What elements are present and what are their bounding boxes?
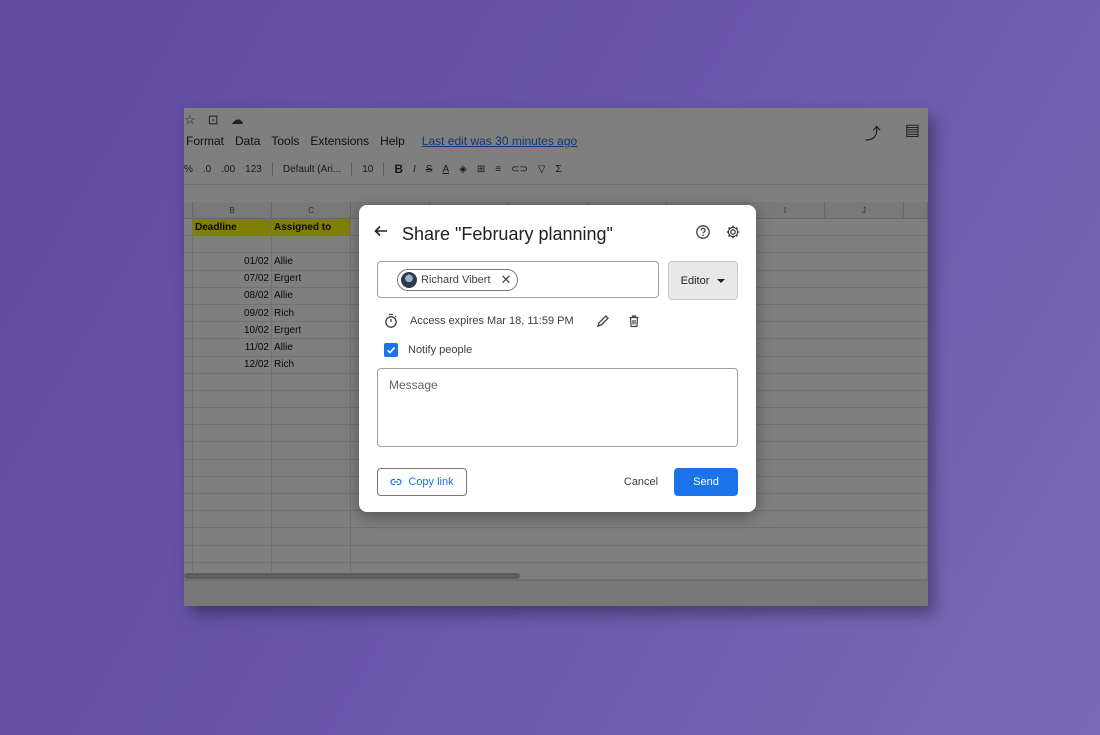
copy-link-label: Copy link: [408, 476, 454, 488]
borders-icon[interactable]: ⊞: [477, 164, 485, 175]
filter-icon[interactable]: ▽: [538, 164, 546, 175]
link-icon[interactable]: ⊂⊃: [511, 164, 528, 175]
dialog-title: Share "February planning": [402, 224, 613, 244]
delete-trash-icon[interactable]: [627, 314, 641, 328]
move-folder-icon[interactable]: ⊡: [208, 112, 219, 128]
formatting-toolbar: % .0 .00 123 Default (Ari... 10 B I S A …: [184, 156, 928, 182]
toolbar-divider: [351, 162, 353, 176]
activity-trend-icon[interactable]: ⤴: [865, 120, 881, 144]
sheet-tabs-bar: [184, 580, 928, 606]
top-right-actions: ⤴ ▤: [865, 120, 920, 144]
strikethrough-icon[interactable]: S: [426, 164, 433, 175]
cancel-button[interactable]: Cancel: [612, 468, 670, 496]
comments-icon[interactable]: ▤: [905, 120, 920, 144]
assigned-to-header[interactable]: Assigned to: [272, 219, 351, 236]
formula-bar[interactable]: [184, 184, 928, 204]
role-label: Editor: [680, 274, 710, 287]
add-people-input[interactable]: Richard Vibert ✕: [377, 261, 659, 298]
column-header-i[interactable]: I: [746, 202, 825, 218]
settings-gear-icon[interactable]: [725, 224, 741, 240]
message-field[interactable]: [377, 368, 738, 447]
menu-data[interactable]: Data: [235, 134, 260, 148]
font-select[interactable]: Default (Ari...: [283, 164, 341, 175]
fill-color-icon[interactable]: ◈: [459, 164, 467, 175]
avatar: [401, 272, 417, 288]
bold-icon[interactable]: B: [394, 162, 403, 176]
font-size-select[interactable]: 10: [362, 164, 373, 175]
menu-format[interactable]: Format: [186, 134, 224, 148]
checkmark-icon: [386, 347, 396, 354]
help-icon[interactable]: [695, 224, 711, 240]
menu-bar: Format Data Tools Extensions Help Last e…: [186, 134, 577, 148]
back-arrow-icon[interactable]: [373, 223, 389, 239]
caret-down-icon: [717, 278, 726, 283]
copy-link-button[interactable]: Copy link: [377, 468, 467, 496]
toolbar-divider: [271, 162, 273, 176]
toolbar-divider: [383, 162, 385, 176]
edit-pencil-icon[interactable]: [596, 314, 610, 328]
functions-icon[interactable]: Σ: [556, 164, 562, 175]
send-button[interactable]: Send: [674, 468, 738, 496]
menu-help[interactable]: Help: [380, 134, 405, 148]
horizontal-scrollbar[interactable]: [184, 573, 520, 579]
person-chip[interactable]: Richard Vibert ✕: [397, 269, 519, 291]
toolbar-percent[interactable]: %: [184, 164, 193, 175]
table-row: [184, 511, 928, 529]
italic-icon[interactable]: I: [413, 164, 416, 175]
notify-people-checkbox[interactable]: [384, 343, 398, 357]
align-icon[interactable]: ≡: [495, 164, 501, 175]
star-icon[interactable]: ☆: [184, 112, 196, 128]
column-header-b[interactable]: B: [193, 202, 272, 218]
remove-person-icon[interactable]: ✕: [501, 272, 512, 288]
text-color-icon[interactable]: A: [442, 164, 449, 175]
link-icon: [390, 478, 402, 486]
toolbar-more-formats[interactable]: 123: [245, 164, 262, 175]
notify-people-label: Notify people: [408, 344, 473, 356]
timer-icon: [385, 313, 397, 328]
cloud-status-icon: ☁: [230, 112, 244, 127]
menu-extensions[interactable]: Extensions: [310, 134, 369, 148]
table-row: [184, 528, 928, 546]
menu-tools[interactable]: Tools: [271, 134, 299, 148]
column-header-j[interactable]: J: [825, 202, 904, 218]
title-icons: ☆ ⊡ ☁: [184, 112, 244, 128]
share-dialog: Share "February planning" Richard Vibert…: [359, 205, 756, 512]
deadline-header[interactable]: Deadline: [193, 219, 272, 236]
column-header-c[interactable]: C: [272, 202, 351, 218]
toolbar-increase-decimal[interactable]: .00: [221, 164, 235, 175]
last-edit-link[interactable]: Last edit was 30 minutes ago: [422, 134, 577, 148]
person-chip-name: Richard Vibert: [421, 274, 491, 286]
table-row: [184, 545, 928, 563]
toolbar-decrease-decimal[interactable]: .0: [203, 164, 211, 175]
access-expiration-text: Access expires Mar 18, 11:59 PM: [410, 315, 574, 327]
role-dropdown[interactable]: Editor: [668, 261, 738, 300]
